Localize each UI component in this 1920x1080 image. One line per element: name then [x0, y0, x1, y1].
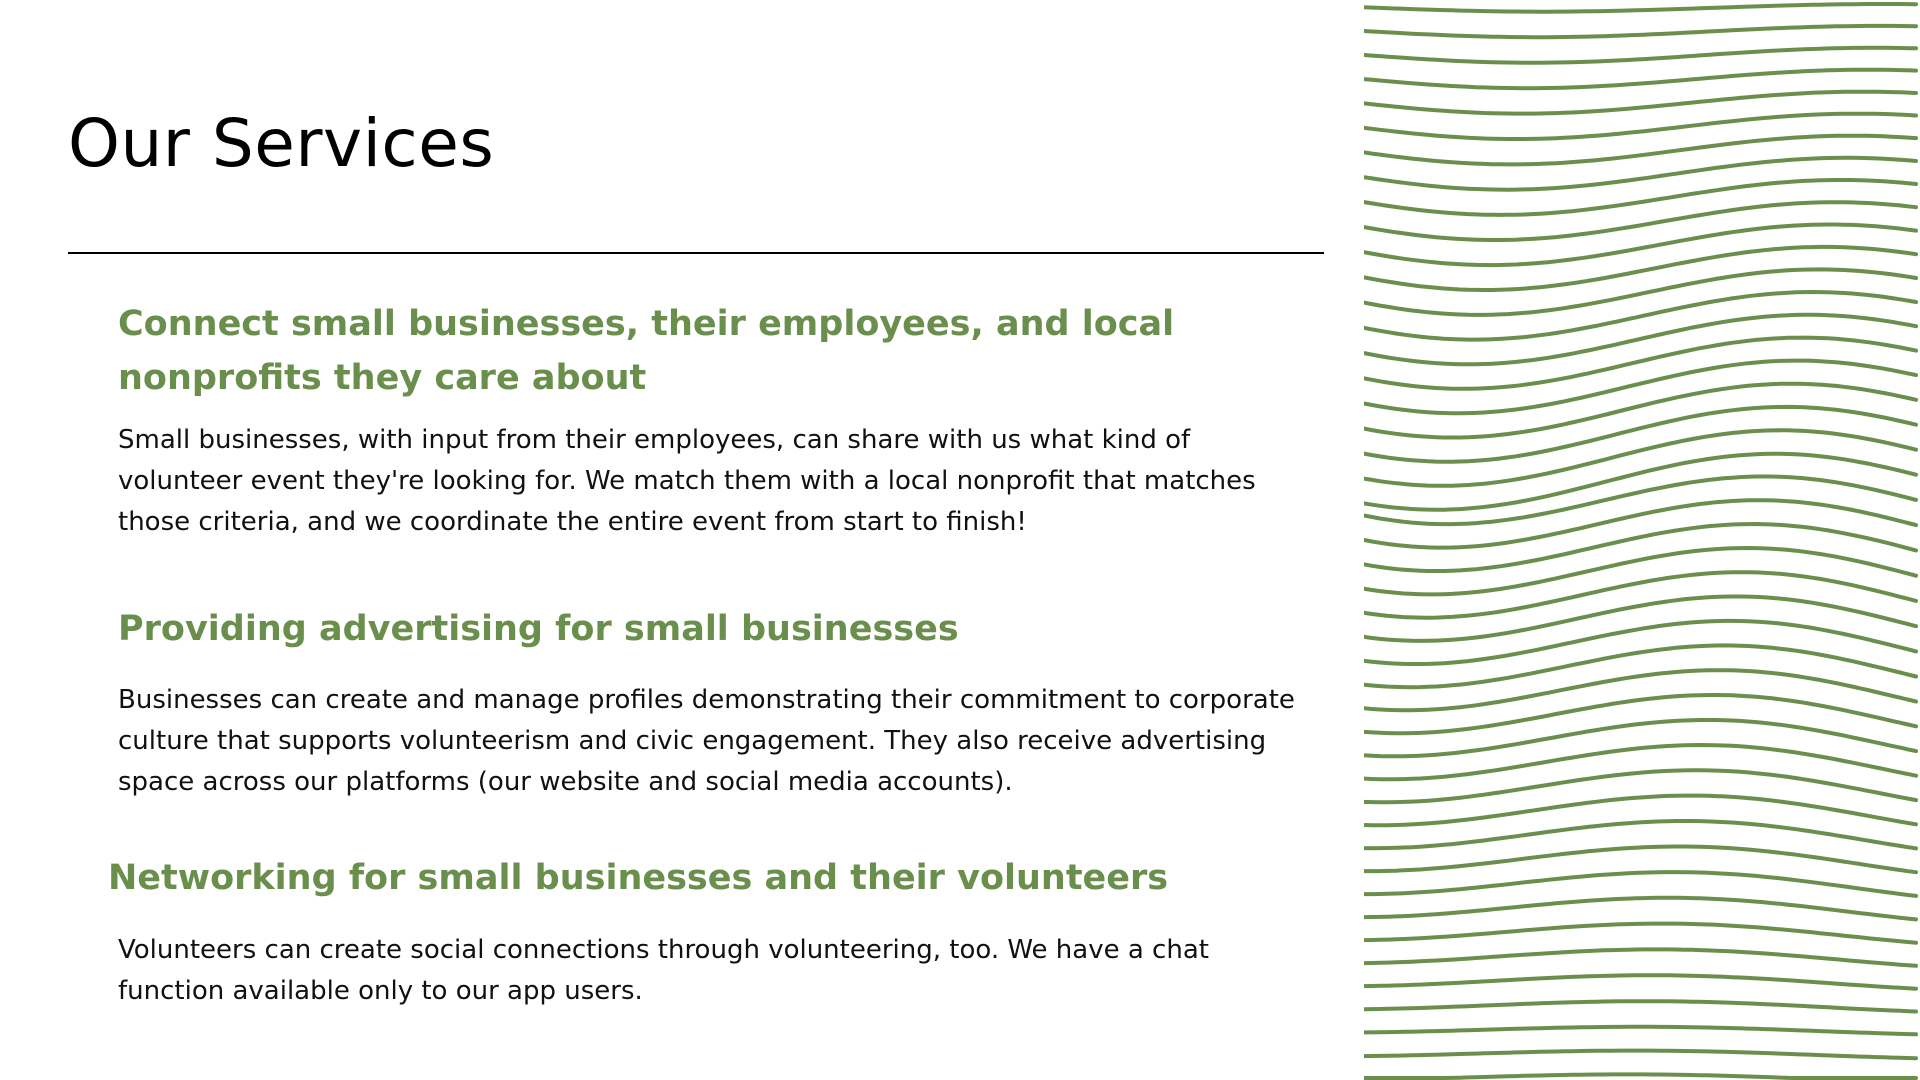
- slide: Our Services Connect small businesses, t…: [0, 0, 1920, 1080]
- wave-line: [1364, 718, 1918, 759]
- wave-line: [1364, 178, 1918, 217]
- wave-line: [1364, 870, 1918, 898]
- wave-line: [1364, 1048, 1918, 1061]
- section-body-networking: Volunteers can create social connections…: [118, 935, 1209, 1006]
- wave-line: [1364, 200, 1918, 242]
- wave-line: [1364, 693, 1918, 736]
- section-heading-networking: Networking for small businesses and thei…: [108, 858, 1169, 898]
- decorative-wave-panel: [1364, 0, 1920, 1080]
- section-body-connect: Small businesses, with input from their …: [118, 425, 1256, 537]
- wave-line: [1364, 1024, 1918, 1037]
- section-body-advertising: Businesses can create and manage profile…: [118, 685, 1295, 797]
- section-heading-connect: Connect small businesses, their employee…: [118, 304, 1175, 398]
- title-divider: [68, 252, 1324, 254]
- wave-line: [1364, 67, 1918, 91]
- wave-line: [1364, 45, 1918, 65]
- wave-line: [1364, 844, 1918, 875]
- wavy-lines-pattern-icon: [1364, 2, 1918, 1080]
- wave-line: [1364, 1072, 1918, 1080]
- wave-line: [1364, 921, 1918, 945]
- wave-line: [1364, 23, 1918, 40]
- wave-line: [1364, 895, 1918, 922]
- wave-line: [1364, 222, 1918, 268]
- wave-line: [1364, 2, 1918, 14]
- slide-title: Our Services: [68, 105, 495, 182]
- wave-line: [1364, 999, 1918, 1014]
- section-heading-advertising: Providing advertising for small business…: [118, 609, 959, 649]
- wave-line: [1364, 474, 1918, 527]
- wave-line: [1364, 89, 1918, 116]
- wave-line: [1364, 133, 1918, 167]
- wave-line: [1364, 973, 1918, 991]
- wave-line: [1364, 668, 1918, 713]
- wave-line: [1364, 947, 1918, 968]
- wave-line: [1364, 819, 1918, 851]
